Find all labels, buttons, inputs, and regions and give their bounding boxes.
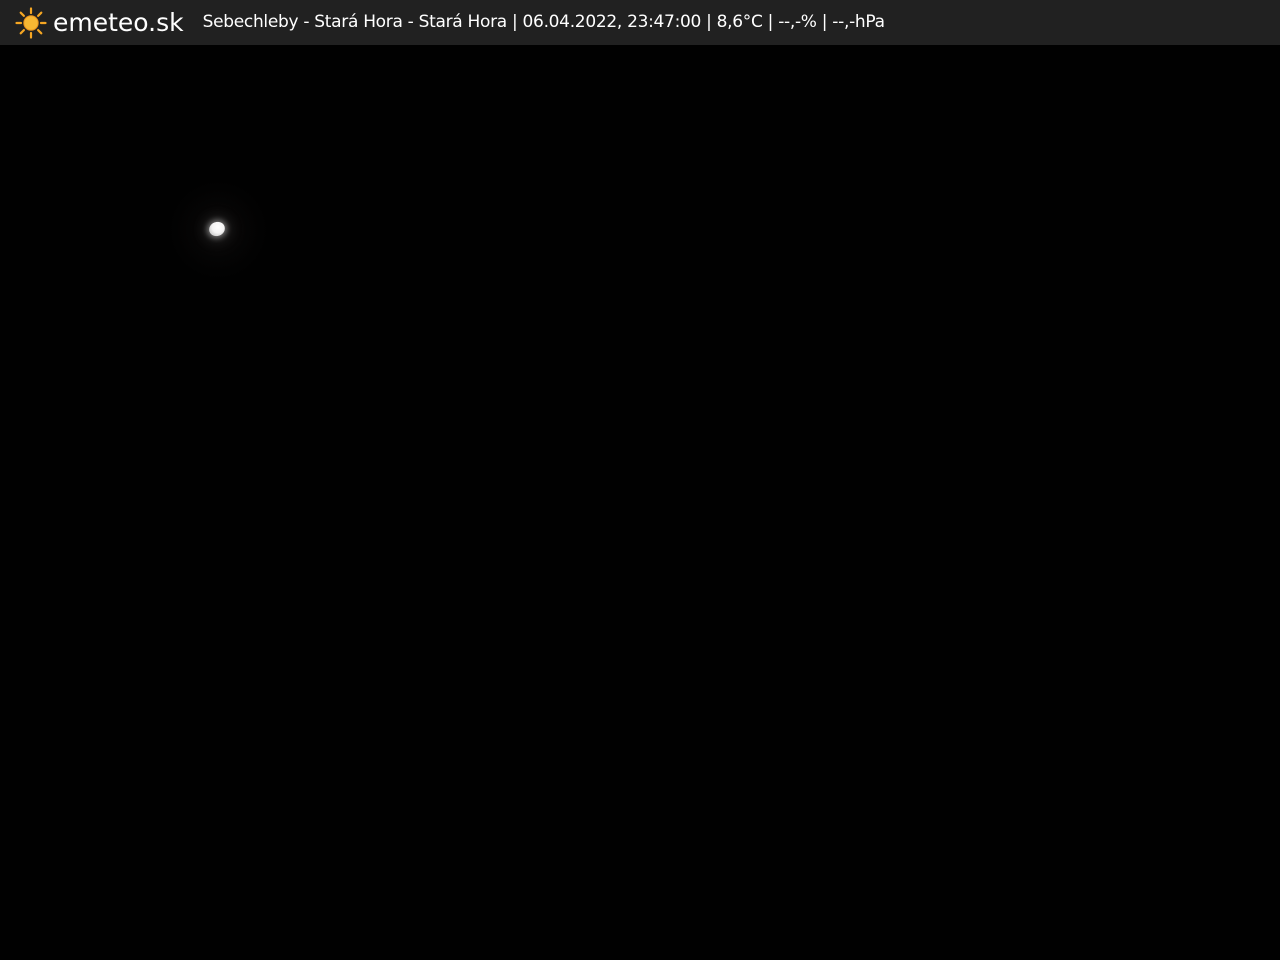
webcam-image xyxy=(0,45,1280,960)
station-caption: Sebechleby - Stará Hora - Stará Hora | 0… xyxy=(202,12,885,32)
webcam-frame: emeteo.sk Sebechleby - Stará Hora - Star… xyxy=(0,0,1280,960)
header-bar: emeteo.sk Sebechleby - Stará Hora - Star… xyxy=(0,0,1280,45)
logo[interactable]: emeteo.sk xyxy=(15,0,184,45)
sun-icon xyxy=(15,6,47,39)
brand-name: emeteo.sk xyxy=(53,8,184,37)
